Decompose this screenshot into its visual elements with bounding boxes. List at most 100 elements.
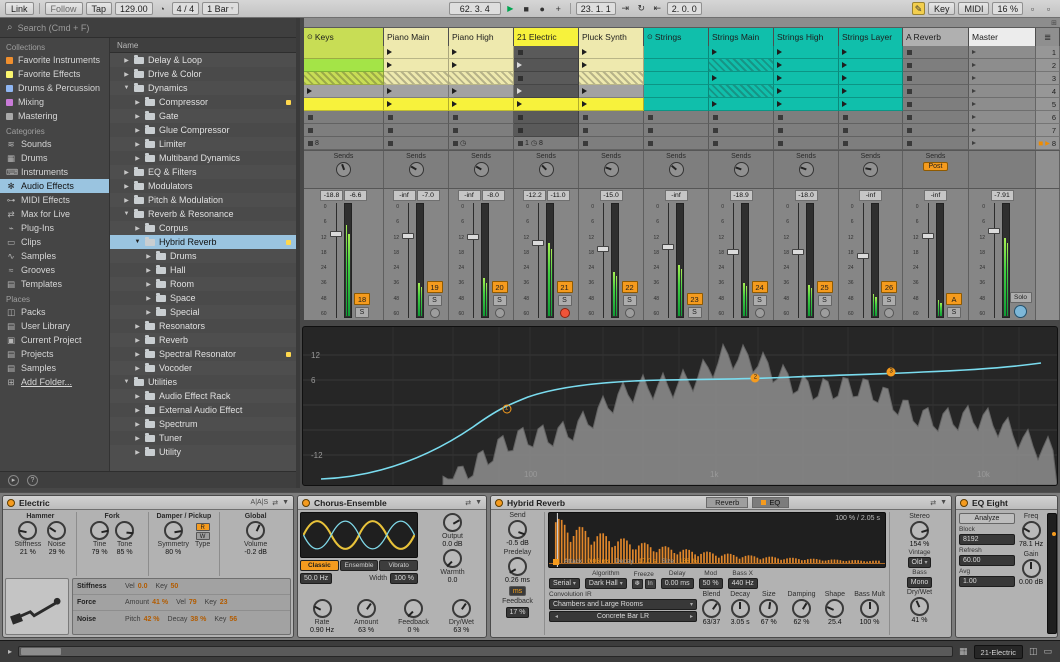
clip-slot[interactable] bbox=[839, 98, 903, 111]
clip-slot-empty[interactable] bbox=[709, 111, 774, 124]
volume-fader[interactable] bbox=[662, 203, 674, 318]
cue-volume-knob[interactable] bbox=[1014, 305, 1027, 318]
clip-stop-button[interactable] bbox=[778, 114, 783, 120]
clip-play-icon[interactable] bbox=[842, 101, 847, 107]
chevron-right-icon[interactable]: ▶ bbox=[134, 393, 141, 400]
scene-slot[interactable]: 2 bbox=[1036, 59, 1060, 72]
cpu-meter[interactable]: 16 % bbox=[992, 2, 1023, 15]
clip-slot-empty[interactable] bbox=[644, 124, 709, 137]
tree-item-resonators[interactable]: ▶ Resonators bbox=[110, 319, 296, 333]
tree-item-compressor[interactable]: ▶ Compressor bbox=[110, 95, 296, 109]
track-header-strings-main[interactable]: Strings Main bbox=[709, 28, 774, 46]
clip-play-icon[interactable] bbox=[517, 62, 522, 68]
fader-handle[interactable] bbox=[662, 243, 674, 250]
search-input[interactable]: ⌕ Search (Cmd + F) bbox=[0, 18, 296, 38]
feedback-value[interactable]: 17 % bbox=[505, 607, 530, 618]
clip-slot-empty[interactable] bbox=[304, 111, 384, 124]
next-ir-icon[interactable]: ▸ bbox=[690, 613, 693, 620]
hot-swap-icon[interactable]: ⇄ bbox=[465, 499, 471, 507]
scene-play-icon[interactable] bbox=[972, 102, 976, 106]
amount-knob[interactable] bbox=[356, 599, 376, 618]
save-preset-icon[interactable]: ▼ bbox=[282, 499, 289, 506]
clip-stop-button[interactable] bbox=[583, 114, 588, 120]
clip-slot[interactable] bbox=[774, 98, 839, 111]
key-map-button[interactable]: Key bbox=[927, 2, 956, 15]
gain-knob[interactable] bbox=[1021, 559, 1041, 578]
send-knob-a[interactable] bbox=[336, 162, 351, 177]
tree-item-tuner[interactable]: ▶ Tuner bbox=[110, 431, 296, 445]
sidebar-item-add-folder[interactable]: ⊞ Add Folder... bbox=[0, 375, 109, 389]
arm-button[interactable] bbox=[624, 308, 635, 318]
ir-category-selector[interactable]: Chambers and Large Rooms ▾ bbox=[549, 599, 697, 610]
clip-play-icon[interactable] bbox=[842, 49, 847, 55]
clip-slot[interactable] bbox=[644, 46, 709, 59]
save-preset-icon[interactable]: ▼ bbox=[940, 499, 947, 506]
clip-slot[interactable] bbox=[709, 98, 774, 111]
scene-launch-slot[interactable] bbox=[969, 98, 1036, 111]
clip-slot[interactable] bbox=[709, 72, 774, 85]
clip-stop-button[interactable] bbox=[713, 140, 718, 146]
help-icon[interactable]: ? bbox=[27, 474, 38, 486]
peak-level-display[interactable]: -inf bbox=[392, 190, 416, 201]
chevron-right-icon[interactable]: ▶ bbox=[134, 337, 141, 344]
decay-knob[interactable] bbox=[730, 599, 750, 618]
tree-item-reverb-resonance[interactable]: ▼ Reverb & Resonance bbox=[110, 207, 296, 221]
volume-display[interactable]: -15.0 bbox=[599, 190, 623, 201]
knob-value[interactable]: 67 % bbox=[761, 619, 777, 626]
dry-wet-knob[interactable] bbox=[910, 597, 929, 616]
tap-tempo-button[interactable]: Tap bbox=[85, 2, 113, 15]
clip-slot[interactable] bbox=[709, 46, 774, 59]
clip-slot-empty[interactable]: ◷ bbox=[449, 137, 514, 150]
track-header-pluck-synth[interactable]: Pluck Synth bbox=[579, 28, 644, 46]
scene-slot[interactable]: 4 bbox=[1036, 85, 1060, 98]
arm-button[interactable] bbox=[884, 308, 894, 318]
chevron-down-icon[interactable]: ▼ bbox=[134, 239, 141, 245]
chevron-right-icon[interactable]: ▶ bbox=[123, 71, 130, 78]
clip-stop-button[interactable] bbox=[907, 75, 912, 81]
display-param-value[interactable]: 17.0 s bbox=[639, 558, 657, 565]
cell-value[interactable]: 23 bbox=[220, 599, 228, 606]
clip-play-icon[interactable] bbox=[777, 49, 782, 55]
tree-item-spectrum[interactable]: ▶ Spectrum bbox=[110, 417, 296, 431]
fader-handle[interactable] bbox=[988, 228, 1000, 234]
fader-handle[interactable] bbox=[532, 239, 544, 246]
clip-stop-button[interactable] bbox=[453, 140, 458, 146]
solo-button[interactable]: S bbox=[752, 295, 767, 306]
bass-crossover-value[interactable]: 440 Hz bbox=[727, 578, 758, 589]
clip-stop-button[interactable] bbox=[907, 127, 912, 133]
clip-slot-empty[interactable] bbox=[903, 111, 969, 124]
param-value[interactable]: -0.2 dB bbox=[244, 549, 267, 556]
knob-value[interactable]: 3.05 s bbox=[731, 619, 750, 626]
tree-item-special[interactable]: ▶ Special bbox=[110, 305, 296, 319]
clip-slot[interactable] bbox=[384, 98, 449, 111]
clip-stop-button[interactable] bbox=[308, 140, 313, 146]
send-knob-a[interactable] bbox=[668, 162, 684, 177]
volume-display[interactable]: -18.0 bbox=[794, 190, 818, 201]
volume-display[interactable]: -inf bbox=[924, 190, 947, 201]
scene-play-icon[interactable] bbox=[972, 141, 976, 145]
sidebar-item-favorite-effects[interactable]: Favorite Effects bbox=[0, 67, 109, 81]
stop-all-clips-button[interactable]: ◼ bbox=[1038, 140, 1043, 147]
chevron-right-icon[interactable]: ▶ bbox=[134, 141, 141, 148]
sidebar-item-midi-effects[interactable]: ⊶ MIDI Effects bbox=[0, 193, 109, 207]
clip-slot[interactable] bbox=[709, 85, 774, 98]
eq-band-handle-3[interactable]: 3 bbox=[886, 367, 896, 377]
eq-band-handle-1[interactable]: 1 bbox=[502, 404, 512, 414]
fader-handle[interactable] bbox=[467, 234, 479, 241]
scene-slot[interactable]: 6 bbox=[1036, 111, 1060, 124]
send-knob-a[interactable] bbox=[603, 162, 619, 177]
sidebar-item-mastering[interactable]: Mastering bbox=[0, 109, 109, 123]
clip-play-icon[interactable] bbox=[777, 75, 782, 81]
track-header-strings[interactable]: ⊙ Strings bbox=[644, 28, 709, 46]
tree-item-spectral-resonator[interactable]: ▶ Spectral Resonator bbox=[110, 347, 296, 361]
refresh-value[interactable]: 60.00 bbox=[959, 555, 1015, 566]
track-header-strings-layer[interactable]: Strings Layer bbox=[839, 28, 903, 46]
sidebar-item-sounds[interactable]: ≋ Sounds bbox=[0, 137, 109, 151]
scene-slot[interactable]: 7 bbox=[1036, 124, 1060, 137]
scene-slot[interactable]: 1 bbox=[1036, 46, 1060, 59]
clip-stop-button[interactable] bbox=[843, 114, 848, 120]
send-knob-a[interactable] bbox=[733, 162, 749, 177]
clip-stop-button[interactable] bbox=[907, 140, 912, 146]
hot-swap-icon[interactable]: ⇄ bbox=[930, 499, 936, 507]
cell-value[interactable]: 50 bbox=[171, 583, 179, 590]
